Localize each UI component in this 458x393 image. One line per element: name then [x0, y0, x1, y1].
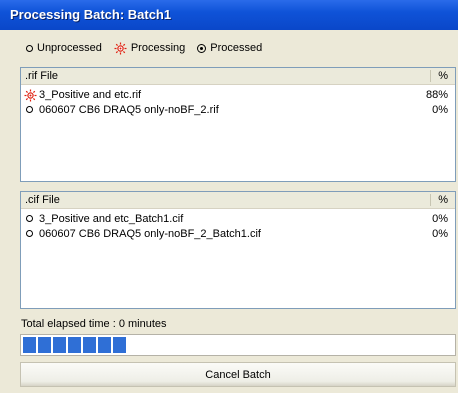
rif-list-header: .rif File % [21, 68, 455, 85]
legend-unprocessed: Unprocessed [26, 42, 102, 54]
cif-column-header-pct[interactable]: % [438, 194, 448, 206]
file-percent: 0% [432, 213, 448, 225]
unprocessed-circle-icon [26, 106, 33, 113]
processing-sun-icon [24, 89, 37, 102]
list-item[interactable]: 060607 CB6 DRAQ5 only-noBF_2.rif 0% [21, 103, 455, 118]
processing-sun-icon [114, 42, 127, 54]
processing-batch-window: Processing Batch: Batch1 Unprocessed Pro… [0, 0, 458, 393]
legend-unprocessed-label: Unprocessed [37, 42, 102, 54]
list-item[interactable]: 3_Positive and etc_Batch1.cif 0% [21, 212, 455, 227]
file-name: 3_Positive and etc_Batch1.cif [39, 213, 184, 225]
legend-processing: Processing [114, 42, 185, 55]
unprocessed-circle-icon [26, 215, 33, 222]
unprocessed-circle-icon [26, 44, 33, 52]
cif-list-header: .cif File % [21, 192, 455, 209]
file-name: 060607 CB6 DRAQ5 only-noBF_2_Batch1.cif [39, 228, 261, 240]
legend-processed-label: Processed [210, 42, 263, 54]
column-divider[interactable] [430, 70, 431, 82]
cif-file-list[interactable]: .cif File % 3_Positive and etc_Batch1.ci… [20, 191, 456, 309]
batch-progress-bar [20, 334, 456, 356]
file-name: 3_Positive and etc.rif [39, 89, 142, 101]
file-percent: 0% [432, 104, 448, 116]
legend-processing-label: Processing [130, 42, 186, 54]
unprocessed-circle-icon [26, 230, 33, 237]
file-percent: 0% [432, 228, 448, 240]
list-item[interactable]: 060607 CB6 DRAQ5 only-noBF_2_Batch1.cif … [21, 227, 455, 242]
processed-dot-icon [197, 43, 207, 53]
window-title: Processing Batch: Batch1 [10, 7, 172, 22]
legend-processed: Processed [197, 42, 262, 54]
list-item[interactable]: 3_Positive and etc.rif 88% [21, 88, 455, 103]
progress-block [68, 337, 81, 353]
status-legend: Unprocessed Processing Processed [26, 40, 274, 56]
cif-column-header-name[interactable]: .cif File [25, 194, 60, 206]
column-divider[interactable] [430, 194, 431, 206]
rif-column-header-pct[interactable]: % [438, 70, 448, 82]
title-bar[interactable]: Processing Batch: Batch1 [0, 0, 458, 30]
rif-file-list[interactable]: .rif File % 3_Positive and etc.rif 88% 0… [20, 67, 456, 182]
progress-block [23, 337, 36, 353]
elapsed-time-label: Total elapsed time : 0 minutes [21, 318, 167, 330]
file-percent: 88% [425, 89, 448, 101]
file-name: 060607 CB6 DRAQ5 only-noBF_2.rif [39, 104, 219, 116]
cancel-batch-label: Cancel Batch [205, 368, 271, 381]
progress-block [113, 337, 126, 353]
cancel-batch-button[interactable]: Cancel Batch [20, 362, 456, 387]
progress-block [83, 337, 96, 353]
progress-block [53, 337, 66, 353]
progress-block [38, 337, 51, 353]
progress-block [98, 337, 111, 353]
rif-column-header-name[interactable]: .rif File [25, 70, 58, 82]
